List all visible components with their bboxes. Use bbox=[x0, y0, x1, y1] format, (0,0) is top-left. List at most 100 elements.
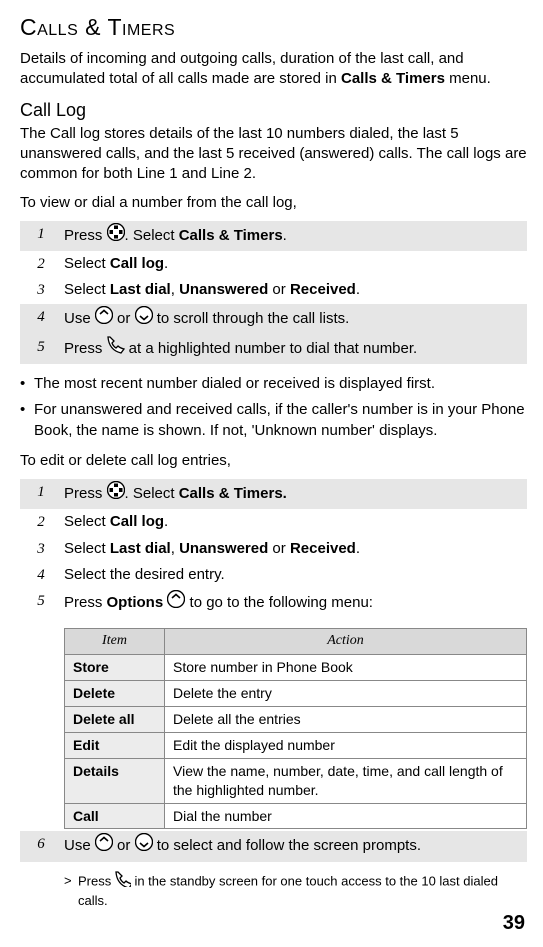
step-body: Select Last dial, Unanswered or Received… bbox=[56, 539, 523, 559]
table-row: EditEdit the displayed number bbox=[65, 732, 527, 758]
step-number: 3 bbox=[26, 280, 56, 300]
table-row: Delete allDelete all the entries bbox=[65, 707, 527, 733]
bullet-icon: • bbox=[20, 374, 34, 394]
text: or bbox=[113, 838, 135, 855]
table-row: StoreStore number in Phone Book bbox=[65, 655, 527, 681]
page-heading: Calls & Timers bbox=[20, 12, 527, 43]
up-key-icon bbox=[95, 306, 113, 330]
bold: Unanswered bbox=[179, 281, 268, 298]
text: to select and follow the screen prompts. bbox=[153, 838, 421, 855]
text: Select bbox=[64, 513, 110, 530]
step-body: Press . Select Calls & Timers. bbox=[56, 224, 523, 248]
table-header-item: Item bbox=[65, 629, 165, 655]
note-row: • The most recent number dialed or recei… bbox=[20, 374, 527, 394]
step-row: 5 Press Options to go to the following m… bbox=[20, 588, 527, 618]
step-row: 3 Select Last dial, Unanswered or Receiv… bbox=[20, 277, 527, 303]
text: to scroll through the call lists. bbox=[153, 310, 350, 327]
bold: Last dial bbox=[110, 281, 171, 298]
text: Press bbox=[78, 873, 115, 888]
text: . bbox=[283, 227, 287, 244]
text: or bbox=[113, 310, 135, 327]
step-row: 4 Select the desired entry. bbox=[20, 562, 527, 588]
bold: Received bbox=[290, 540, 356, 557]
action-cell: Dial the number bbox=[165, 803, 527, 829]
intro-bold: Calls & Timers bbox=[341, 70, 445, 87]
step-row: 4 Use or to scroll through the call list… bbox=[20, 304, 527, 334]
step-row: 2 Select Call log. bbox=[20, 251, 527, 277]
text: Select bbox=[64, 255, 110, 272]
calllog-lead1: To view or dial a number from the call l… bbox=[20, 193, 527, 213]
action-cell: Store number in Phone Book bbox=[165, 655, 527, 681]
intro-paragraph: Details of incoming and outgoing calls, … bbox=[20, 49, 527, 90]
bold: Call log bbox=[110, 513, 164, 530]
text: . Select bbox=[125, 227, 179, 244]
item-cell: Delete all bbox=[65, 707, 165, 733]
tip-marker: > bbox=[64, 872, 78, 910]
steps-view-dial: 1 Press . Select Calls & Timers. 2 Selec… bbox=[20, 221, 527, 364]
text: Use bbox=[64, 838, 95, 855]
text: . bbox=[164, 255, 168, 272]
bold: Last dial bbox=[110, 540, 171, 557]
options-table: Item Action StoreStore number in Phone B… bbox=[64, 628, 527, 829]
step-number: 1 bbox=[26, 482, 56, 502]
step-number: 2 bbox=[26, 254, 56, 274]
bold: Unanswered bbox=[179, 540, 268, 557]
calllog-lead2: To edit or delete call log entries, bbox=[20, 451, 527, 471]
note-text: For unanswered and received calls, if th… bbox=[34, 400, 527, 441]
text: . bbox=[164, 513, 168, 530]
call-key-icon bbox=[107, 336, 125, 360]
nav-key-icon bbox=[107, 481, 125, 505]
down-key-icon bbox=[135, 833, 153, 857]
step-row: 3 Select Last dial, Unanswered or Receiv… bbox=[20, 536, 527, 562]
step-body: Press Options to go to the following men… bbox=[56, 591, 523, 615]
text: Select bbox=[64, 540, 110, 557]
step-row: 2 Select Call log. bbox=[20, 509, 527, 535]
text: Press bbox=[64, 340, 107, 357]
bold: Received bbox=[290, 281, 356, 298]
step-body: Select the desired entry. bbox=[56, 565, 523, 585]
tip-row: > Press in the standby screen for one to… bbox=[64, 872, 527, 910]
page-number: 39 bbox=[503, 910, 525, 937]
text: , bbox=[171, 281, 179, 298]
text: Press bbox=[64, 594, 107, 611]
step-number: 6 bbox=[26, 834, 56, 854]
item-cell: Edit bbox=[65, 732, 165, 758]
text: at a highlighted number to dial that num… bbox=[125, 340, 418, 357]
step-number: 5 bbox=[26, 337, 56, 357]
step-number: 4 bbox=[26, 307, 56, 327]
step-number: 4 bbox=[26, 565, 56, 585]
tip-body: Press in the standby screen for one touc… bbox=[78, 872, 527, 910]
item-cell: Delete bbox=[65, 681, 165, 707]
text: . Select bbox=[125, 485, 179, 502]
text: Press bbox=[64, 227, 107, 244]
calllog-heading: Call Log bbox=[20, 98, 527, 122]
text: Use bbox=[64, 310, 95, 327]
table-row: DeleteDelete the entry bbox=[65, 681, 527, 707]
step-row: 1 Press . Select Calls & Timers. bbox=[20, 479, 527, 509]
call-key-icon bbox=[115, 871, 131, 892]
action-cell: Delete the entry bbox=[165, 681, 527, 707]
text: . bbox=[356, 281, 360, 298]
text: Press bbox=[64, 485, 107, 502]
step-body: Use or to scroll through the call lists. bbox=[56, 307, 523, 331]
bullet-icon: • bbox=[20, 400, 34, 441]
steps-followup: 6 Use or to select and follow the screen… bbox=[20, 831, 527, 861]
text: in the standby screen for one touch acce… bbox=[78, 873, 498, 908]
step-body: Select Last dial, Unanswered or Received… bbox=[56, 280, 523, 300]
step-number: 3 bbox=[26, 539, 56, 559]
item-cell: Call bbox=[65, 803, 165, 829]
step-body: Select Call log. bbox=[56, 254, 523, 274]
table-header-action: Action bbox=[165, 629, 527, 655]
step-body: Press at a highlighted number to dial th… bbox=[56, 337, 523, 361]
intro-text-c: menu. bbox=[445, 70, 491, 87]
text: or bbox=[268, 281, 290, 298]
text: . bbox=[356, 540, 360, 557]
up-key-icon bbox=[95, 833, 113, 857]
text: Select bbox=[64, 281, 110, 298]
item-cell: Details bbox=[65, 758, 165, 803]
step-body: Use or to select and follow the screen p… bbox=[56, 834, 523, 858]
notes-list: • The most recent number dialed or recei… bbox=[20, 374, 527, 441]
bold: Calls & Timers. bbox=[179, 485, 287, 502]
action-cell: View the name, number, date, time, and c… bbox=[165, 758, 527, 803]
action-cell: Delete all the entries bbox=[165, 707, 527, 733]
